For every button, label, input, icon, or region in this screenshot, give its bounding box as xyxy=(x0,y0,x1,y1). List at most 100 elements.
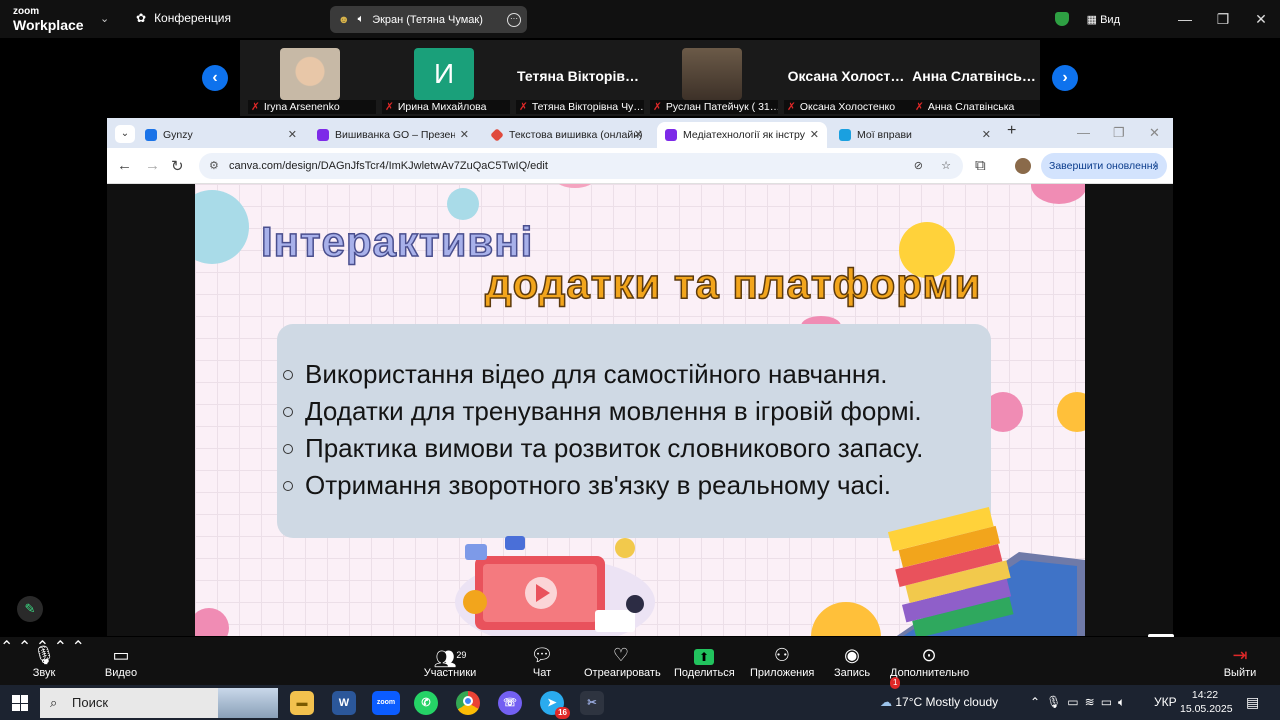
meeting-info[interactable]: ✿ Конференция xyxy=(136,11,231,25)
tab-search-icon[interactable]: ⌄ xyxy=(115,125,135,143)
word-icon[interactable]: W xyxy=(332,691,356,715)
more-button[interactable]: ⊙ Дополнительно xyxy=(890,643,969,679)
reload-icon[interactable]: ↻ xyxy=(171,157,184,175)
update-button[interactable]: Завершити оновлення ⋮ xyxy=(1041,153,1167,179)
participant-tile[interactable]: ✗ Руслан Патейчук ( 31… xyxy=(646,40,778,116)
chevron-up-icon: ⌃ xyxy=(1030,695,1047,709)
tab-bar: ⌄ Gynzy ✕ Вишиванка GO – Презентаці… ✕ Т… xyxy=(107,118,1173,148)
close-tab-icon[interactable]: ✕ xyxy=(634,128,643,141)
apps-icon: ⚇ xyxy=(773,645,791,665)
close-tab-icon[interactable]: ✕ xyxy=(982,128,991,141)
bullet-list: Використання відео для самостійного навч… xyxy=(283,356,991,504)
audio-button[interactable]: 🎙︎ Звук xyxy=(26,643,62,679)
site-info-icon[interactable]: ⚙ xyxy=(209,153,219,179)
tab-title: Gynzy xyxy=(163,129,193,141)
participant-tile[interactable]: Анна Слатвінсь… ✗ Анна Слатвінська xyxy=(908,40,1040,116)
apps-button[interactable]: ⚇ Приложения xyxy=(750,643,814,679)
extensions-icon[interactable]: ⧉ xyxy=(975,157,986,174)
minimize-button[interactable]: — xyxy=(1166,11,1204,27)
profile-avatar[interactable] xyxy=(1015,158,1031,174)
volume-icon: 🔈︎ xyxy=(1118,695,1132,709)
tab-title: Текстова вишивка (онлайн) xyxy=(509,129,643,141)
react-button[interactable]: ♡ Отреагировать xyxy=(584,643,661,679)
muted-mic-icon: ✗ xyxy=(653,101,662,113)
file-explorer-icon[interactable]: ▬ xyxy=(290,691,314,715)
url-text: canva.com/design/DAGnJfsTcr4/ImKJwletwAv… xyxy=(229,160,548,172)
browser-close-button[interactable]: ✕ xyxy=(1149,125,1160,141)
canva-icon xyxy=(665,129,677,141)
decor-circle xyxy=(447,188,479,220)
share-button[interactable]: ⬆ Поделиться xyxy=(674,643,735,679)
shared-browser-window: ⌄ Gynzy ✕ Вишиванка GO – Презентаці… ✕ Т… xyxy=(107,118,1173,636)
new-tab-button[interactable]: + xyxy=(1007,122,1016,140)
camera-blocked-icon[interactable]: ⊘ xyxy=(914,153,923,179)
bullet-item: Отримання зворотного зв'язку в реальному… xyxy=(283,467,991,504)
participant-tile[interactable]: И ✗ Ирина Михайлова xyxy=(378,40,510,116)
chrome-icon[interactable] xyxy=(456,691,480,715)
language-indicator[interactable]: УКР xyxy=(1154,685,1177,720)
camera-icon: ▭ xyxy=(1067,695,1085,709)
bullet-item: Додатки для тренування мовлення в ігрові… xyxy=(283,393,991,430)
tab-title: Вишиванка GO – Презентаці… xyxy=(335,129,455,141)
decor-circle xyxy=(1057,392,1085,432)
video-button[interactable]: ▭ Видео xyxy=(102,643,140,679)
participant-name: Тетяна Вікторівна Чу… xyxy=(531,101,644,113)
tab-gynzy[interactable]: Gynzy ✕ xyxy=(137,122,305,148)
tab-title: Мої вправи xyxy=(857,129,912,141)
chevron-down-icon[interactable]: ⌄ xyxy=(100,12,109,25)
tab-title: Медіатехнології як інструме… xyxy=(683,129,805,141)
url-bar[interactable]: ⚙ canva.com/design/DAGnJfsTcr4/ImKJwletw… xyxy=(199,153,963,179)
more-options-icon[interactable]: ··· xyxy=(507,12,521,27)
restore-button[interactable]: ❐ xyxy=(1204,11,1242,28)
participant-tile[interactable]: Оксана Холост… ✗ Оксана Холостенко xyxy=(780,40,912,116)
address-row: ← → ↻ ⚙ canva.com/design/DAGnJfsTcr4/ImK… xyxy=(107,148,1173,184)
encryption-shield-icon[interactable] xyxy=(1054,12,1069,26)
leave-button[interactable]: ⇥ Выйти xyxy=(1222,643,1258,679)
back-icon[interactable]: ← xyxy=(117,157,132,174)
screen-share-indicator[interactable]: ☻ 🔈︎ Экран (Тетяна Чумак) ··· xyxy=(330,6,527,33)
record-button[interactable]: ◉ Запись xyxy=(834,643,870,679)
muted-mic-icon: ✗ xyxy=(519,101,528,113)
participants-button[interactable]: 👥︎29 Участники xyxy=(422,643,478,679)
windows-start-icon[interactable] xyxy=(12,695,28,711)
telegram-icon[interactable]: ➤ 16 xyxy=(540,691,570,719)
browser-restore-button[interactable]: ❐ xyxy=(1113,125,1125,141)
tab-my-exercises[interactable]: Мої вправи ✕ xyxy=(831,122,999,148)
snipping-tool-icon[interactable]: ✂ xyxy=(580,691,604,715)
close-tab-icon[interactable]: ✕ xyxy=(460,128,469,141)
audio-options-icon[interactable]: ⌃ xyxy=(0,639,13,656)
gallery-prev-button[interactable]: ‹ xyxy=(202,65,228,91)
close-tab-icon[interactable]: ✕ xyxy=(288,128,297,141)
participant-big-name: Оксана Холост… xyxy=(787,68,905,84)
participant-tile[interactable]: ✗ Iryna Arsenenko xyxy=(244,40,376,116)
clock[interactable]: 14:22 15.05.2025 xyxy=(1180,688,1233,716)
participant-tile[interactable]: Тетяна Вікторів… ✗ Тетяна Вікторівна Чу… xyxy=(512,40,644,116)
weather-widget[interactable]: ☁ 1 17°C Mostly cloudy xyxy=(880,677,998,720)
viber-icon[interactable]: ☏ xyxy=(498,691,522,715)
zoom-app-icon[interactable]: zoom xyxy=(372,691,400,715)
forward-icon[interactable]: → xyxy=(145,157,160,174)
mic-icon: 🎙︎ xyxy=(1046,695,1068,709)
system-tray-icons[interactable]: ⌃🎙︎▭≋▭🔈︎ xyxy=(1030,685,1131,720)
whatsapp-icon[interactable]: ✆ xyxy=(414,691,438,715)
taskbar-search[interactable]: ⌕ Поиск xyxy=(40,688,278,718)
sharer-avatar-icon: ☻ xyxy=(338,13,350,26)
tab-media-tech[interactable]: Медіатехнології як інструме… ✕ xyxy=(657,122,827,148)
bullet-item: Практика вимови та розвиток словникового… xyxy=(283,430,991,467)
decor-circle xyxy=(195,608,229,636)
star-icon[interactable]: ☆ xyxy=(941,153,951,179)
slide-title-line2: додатки та платформи xyxy=(484,259,982,308)
close-tab-icon[interactable]: ✕ xyxy=(810,128,819,141)
notifications-icon[interactable]: ▤ xyxy=(1246,685,1259,720)
tab-text-embroidery[interactable]: Текстова вишивка (онлайн) ✕ xyxy=(483,122,651,148)
muted-mic-icon: ✗ xyxy=(385,101,394,113)
close-button[interactable]: ✕ xyxy=(1242,11,1280,28)
chat-button[interactable]: 💬︎ Чат xyxy=(528,643,556,679)
browser-minimize-button[interactable]: — xyxy=(1077,125,1090,140)
presentation-slide: Інтерактивні додатки та платформи Викори… xyxy=(195,184,1085,636)
view-button[interactable]: ▦ Вид xyxy=(1087,13,1120,26)
react-options-icon[interactable]: ⌃ xyxy=(71,639,84,656)
gallery-next-button[interactable]: › xyxy=(1052,65,1078,91)
tab-vyshyvanka[interactable]: Вишиванка GO – Презентаці… ✕ xyxy=(309,122,477,148)
annotate-pen-icon[interactable]: ✎ xyxy=(17,596,43,622)
